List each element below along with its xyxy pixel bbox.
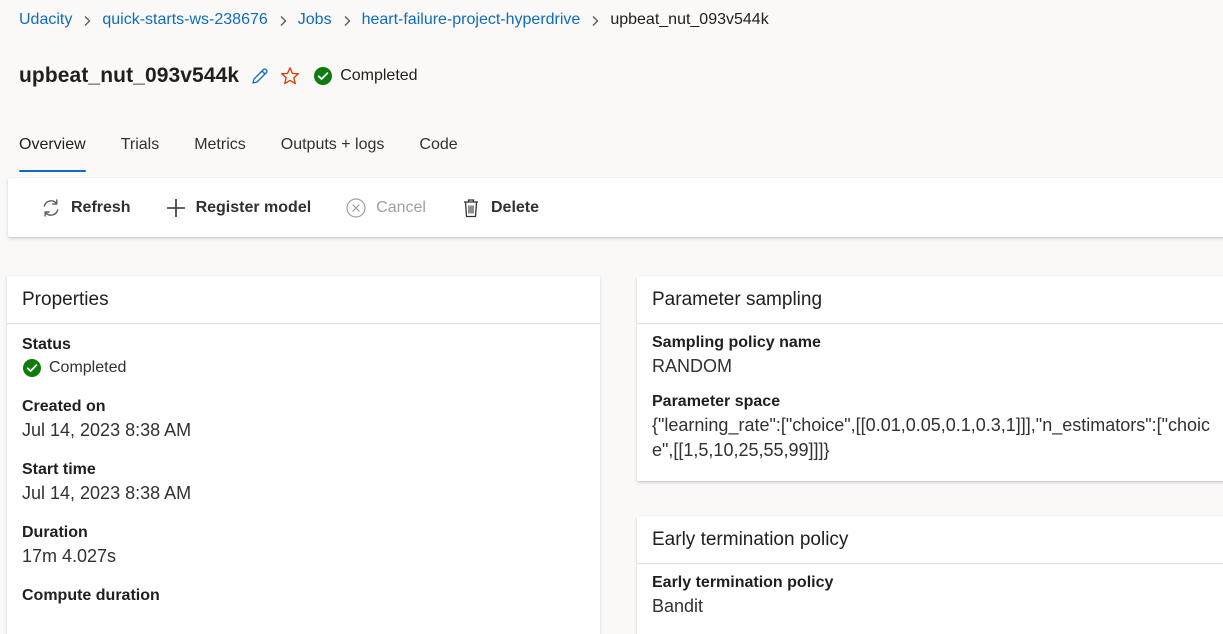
cancel-circle-icon — [345, 197, 367, 219]
breadcrumb-item-workspace-root[interactable]: Udacity — [19, 11, 72, 29]
tab-metrics[interactable]: Metrics — [194, 133, 246, 173]
check-circle-icon — [22, 358, 42, 378]
start-time-value: Jul 14, 2023 8:38 AM — [22, 483, 192, 503]
delete-label: Delete — [490, 198, 540, 216]
delete-button[interactable]: Delete — [460, 197, 539, 219]
breadcrumb-item-workspace[interactable]: quick-starts-ws-238676 — [102, 11, 267, 29]
chevron-right-icon — [332, 12, 362, 29]
chevron-right-icon — [72, 12, 102, 29]
tab-overview[interactable]: Overview — [19, 133, 86, 173]
parameter-space-label: Parameter space — [652, 393, 781, 410]
register-model-button[interactable]: Register model — [165, 197, 312, 219]
created-value: Jul 14, 2023 8:38 AM — [22, 420, 192, 440]
tab-trials[interactable]: Trials — [121, 133, 160, 173]
created-field: Created on Jul 14, 2023 8:38 AM — [7, 398, 600, 441]
page-title: upbeat_nut_093v544k — [19, 64, 240, 87]
check-circle-icon — [313, 66, 333, 86]
duration-value: 17m 4.027s — [22, 546, 117, 566]
status-text: Completed — [340, 67, 418, 84]
properties-card: Properties Status Completed Created on J… — [7, 276, 600, 634]
status-field: Status Completed — [7, 336, 600, 378]
title-row: upbeat_nut_093v544k Completed — [19, 62, 418, 90]
refresh-label: Refresh — [71, 198, 131, 216]
pencil-icon[interactable] — [249, 65, 271, 87]
register-model-label: Register model — [195, 198, 312, 216]
cancel-label: Cancel — [376, 198, 426, 216]
breadcrumb-item-jobs[interactable]: Jobs — [298, 11, 332, 29]
tab-bar: Overview Trials Metrics Outputs + logs C… — [19, 133, 493, 173]
chevron-right-icon — [580, 12, 610, 29]
page: Udacity quick-starts-ws-238676 Jobs hear… — [0, 0, 1223, 634]
compute-duration-label: Compute duration — [22, 587, 160, 604]
status-badge: Completed — [313, 66, 418, 86]
breadcrumb-item-experiment[interactable]: heart-failure-project-hyperdrive — [362, 11, 581, 29]
termination-policy-label: Early termination policy — [652, 574, 834, 591]
start-time-field: Start time Jul 14, 2023 8:38 AM — [7, 461, 600, 504]
termination-policy-field: Early termination policy Bandit — [637, 574, 1223, 617]
start-time-label: Start time — [22, 461, 96, 478]
created-label: Created on — [22, 398, 106, 415]
sampling-policy-label: Sampling policy name — [652, 334, 821, 351]
command-bar: Refresh Register model Cancel Delete — [8, 178, 1223, 237]
duration-label: Duration — [22, 524, 88, 541]
cancel-button[interactable]: Cancel — [345, 197, 426, 219]
breadcrumb-item-current: upbeat_nut_093v544k — [610, 11, 769, 28]
duration-field: Duration 17m 4.027s — [7, 524, 600, 567]
parameter-space-field: Parameter space {"learning_rate":["choic… — [637, 393, 1223, 463]
parameter-sampling-card: Parameter sampling Sampling policy name … — [637, 276, 1223, 481]
termination-policy-value: Bandit — [652, 596, 704, 616]
trash-icon — [460, 197, 482, 219]
chevron-right-icon — [268, 12, 298, 29]
breadcrumb: Udacity quick-starts-ws-238676 Jobs hear… — [19, 9, 769, 31]
star-icon[interactable] — [279, 65, 301, 87]
compute-duration-field: Compute duration — [7, 587, 600, 605]
plus-icon — [165, 197, 187, 219]
refresh-button[interactable]: Refresh — [40, 197, 131, 219]
sampling-policy-value: RANDOM — [652, 356, 732, 376]
parameter-sampling-title: Parameter sampling — [637, 276, 1223, 324]
status-value: Completed — [22, 358, 600, 378]
properties-title: Properties — [7, 276, 600, 324]
status-value-text: Completed — [49, 359, 127, 376]
tab-outputs-logs[interactable]: Outputs + logs — [281, 133, 385, 173]
sampling-policy-field: Sampling policy name RANDOM — [637, 334, 1223, 377]
tab-code[interactable]: Code — [419, 133, 457, 173]
early-termination-card: Early termination policy Early terminati… — [637, 516, 1223, 634]
status-label: Status — [22, 336, 71, 353]
refresh-icon — [40, 197, 62, 219]
early-termination-title: Early termination policy — [637, 516, 1223, 564]
parameter-space-value: {"learning_rate":["choice",[[0.01,0.05,0… — [652, 415, 1211, 460]
